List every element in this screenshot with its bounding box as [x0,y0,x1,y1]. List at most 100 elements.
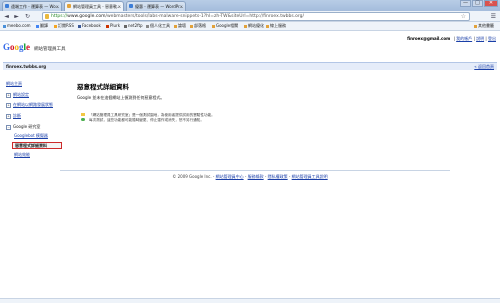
expand-icon[interactable]: + [6,113,11,119]
folder-icon [190,24,193,28]
sidebar-item-label: Google 研究室 [13,124,41,129]
maximize-button[interactable]: □ [472,0,483,7]
user-email: finroex@gmail.com [407,36,451,41]
bookmark-label: 翻譯 [40,23,48,28]
sidebar-item-label: Googlebot 模擬器 [14,133,48,138]
bookmark-facebook[interactable]: Facebook [78,22,101,30]
privacy-link[interactable]: 隱私權政策 [268,174,288,179]
menu-icon[interactable]: ☰ [491,13,496,20]
account-links: finroex@gmail.com | 我的帳戶 | 說明 | 登出 [407,36,496,42]
google-logo[interactable]: Google [3,42,30,52]
close-icon[interactable]: ✕ [118,2,121,11]
copyright: © 2009 Google Inc. - [172,174,215,179]
webmaster-central-link[interactable]: 網站管理員中心 [216,174,244,179]
help-link[interactable]: 說明 [476,36,484,41]
sidebar-item-label: 惡意程式詳細資料 [15,143,47,148]
sidebar-item-label: 網站主頁 [6,81,22,86]
bookmark-folder-tools[interactable]: 個人化工具 [146,22,170,30]
url-host: www.google.com [67,14,106,19]
folder-icon [474,24,477,28]
sign-out-link[interactable]: 登出 [488,36,496,41]
bookmark-label: net2ftp [128,23,143,28]
back-to-home-link[interactable]: « 返回首頁 [474,63,494,70]
webmaster-help-link[interactable]: 網站管理員工具說明 [292,174,328,179]
product-name: 網站管理員工具 [34,47,66,52]
rss-icon [54,24,57,28]
footer: © 2009 Google Inc. - 網站管理員中心 - 服務條款 - 隱私… [0,174,500,180]
bookmark-label: 部落格 [194,23,206,28]
bookmark-folder-other[interactable]: 其他書籤 [474,22,494,30]
sidebar-item-site-config[interactable]: + 網站設定 [6,92,29,98]
sidebar-item-label: 網站設定 [13,92,29,97]
separator: - [244,174,247,179]
tab-spreadsheet-1[interactable]: 遠端工作 - 運算表 — Wo... ✕ [2,1,62,11]
sidebar-item-label: 診斷 [13,113,21,118]
bookmark-icon [36,24,39,28]
sidebar-item-site-performance[interactable]: 網站效能 [14,152,30,158]
status-bar [0,298,500,303]
bookmark-net2ftp[interactable]: net2ftp [124,22,143,30]
close-window-button[interactable]: ✕ [484,0,498,7]
folder-icon [146,24,149,28]
tab-webmaster-tools[interactable]: 網站管理員工具 - 惡意軟... ✕ [64,1,124,11]
address-bar[interactable]: https://www.google.com/webmasters/tools/… [42,12,470,21]
bookmark-plurk[interactable]: Plurk [106,22,120,30]
collapse-icon[interactable]: − [6,124,11,130]
url-scheme: https:// [51,14,68,19]
bookmark-folder-blog[interactable]: 部落格 [190,22,206,30]
separator: | [453,36,455,41]
folder-icon [174,24,177,28]
sidebar-item-diagnostics[interactable]: + 診斷 [6,113,21,119]
folder-icon [266,24,269,28]
bookmark-folder-seo[interactable]: 網站優化 [244,22,264,30]
tab-label: 遠端工作 - 運算表 — Wo... [11,4,60,9]
tab-label: 網站管理員工具 - 惡意軟... [73,4,121,9]
site-bar: finroex.twbbs.org « 返回首頁 [3,62,497,70]
folder-icon [244,24,247,28]
separator: | [473,36,475,41]
window-controls: — □ ✕ [459,0,498,8]
expand-icon[interactable]: + [6,92,11,98]
sidebar-item-fetch-as-googlebot[interactable]: Googlebot 模擬器 [14,133,48,139]
bookmark-translate[interactable]: 翻譯 [36,22,48,30]
sidebar-item-google-labs[interactable]: − Google 研究室 [6,124,40,130]
document-icon [5,4,9,8]
browser-toolbar: ◄ ► ↻ https://www.google.com/webmasters/… [0,11,500,22]
bookmark-folder-google[interactable]: Google相關 [212,22,238,30]
tab-spreadsheet-2[interactable]: 優惠 - 運算表 — WordPr... ✕ [126,1,186,11]
facebook-icon [78,24,81,28]
expand-icon[interactable]: + [6,102,11,108]
bookmark-label: 網站優化 [248,23,264,28]
bookmark-label: 訂閱RSS [58,23,74,28]
sidebar-item-web-presence[interactable]: + 在網站以網路發展狀態 [6,102,53,108]
sidebar-item-site-dashboard[interactable]: 網站主頁 [6,81,22,87]
page-content: Google 網站管理員工具 finroex@gmail.com | 我的帳戶 … [0,31,500,303]
sidebar-item-malware-details[interactable]: 惡意程式詳細資料 [12,142,62,149]
terms-link[interactable]: 服務條款 [248,174,264,179]
labs-note-line-2: 每次測試，這些功能都可能隨時變更、停止運作或消失，恕不另行通知。 [89,118,204,122]
back-button[interactable]: ◄ [3,13,10,20]
bookmark-label: 線上服務 [270,23,286,28]
minimize-button[interactable]: — [460,0,471,7]
lock-icon [45,14,49,19]
url-path: /webmasters/tools/labs-malware-snippets-… [105,14,305,19]
star-icon[interactable]: ☆ [461,13,466,20]
bookmark-label: meebo.com [7,23,31,28]
forward-button[interactable]: ► [13,13,20,20]
bookmark-label: 其他書籤 [478,23,494,28]
bookmark-label: Google相關 [216,23,239,28]
labs-icon [81,113,85,116]
my-account-link[interactable]: 我的帳戶 [456,36,472,41]
folder-icon [212,24,215,28]
bookmarks-bar: meebo.com 翻譯 訂閱RSS Facebook Plurk net2ft… [0,22,500,31]
close-icon[interactable]: ✕ [180,2,183,11]
bookmark-rss[interactable]: 訂閱RSS [54,22,74,30]
bookmark-meebo[interactable]: meebo.com [3,22,31,30]
bookmark-icon [124,24,127,28]
bookmark-folder-forum[interactable]: 論壇 [174,22,186,30]
close-icon[interactable]: ✕ [56,2,59,11]
info-icon [81,118,85,121]
bookmark-folder-online[interactable]: 線上服務 [266,22,286,30]
reload-button[interactable]: ↻ [24,13,31,20]
site-name: finroex.twbbs.org [6,64,47,69]
